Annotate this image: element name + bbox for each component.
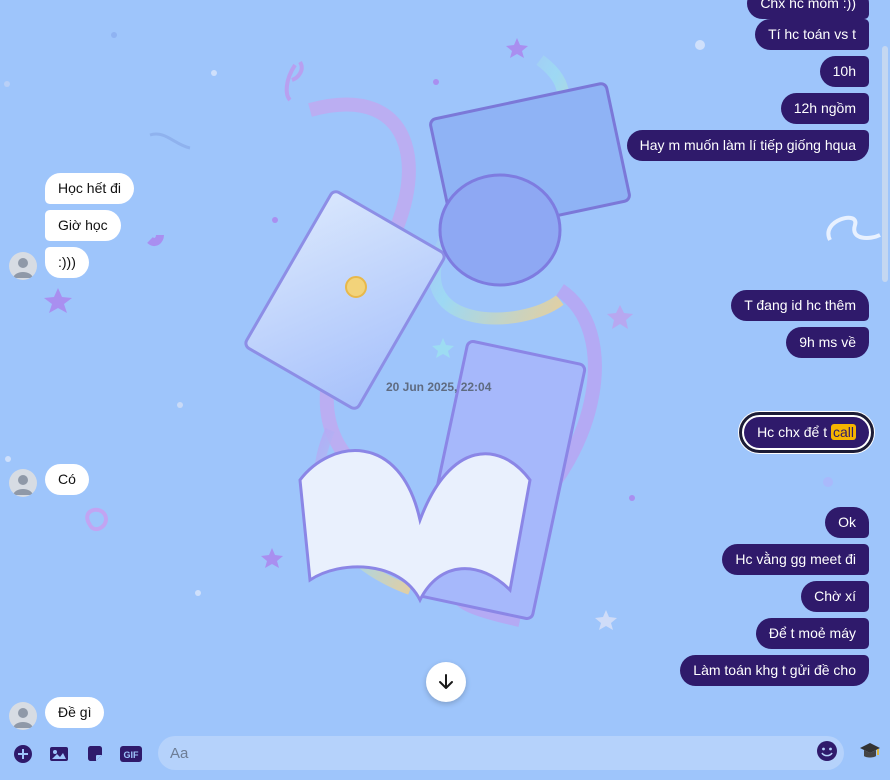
graduation-cap-icon[interactable]: [858, 740, 882, 764]
person-icon: [13, 708, 33, 728]
message-bubble[interactable]: 9h ms về: [786, 327, 869, 358]
image-icon[interactable]: [47, 742, 71, 766]
sticker-icon[interactable]: [83, 742, 107, 766]
message-text: Hc chx để t: [757, 424, 831, 440]
search-highlight: call: [830, 424, 856, 440]
message-input-wrapper[interactable]: [158, 736, 844, 770]
background-illustration: [4, 32, 881, 630]
message-bubble[interactable]: Tí hc toán vs t: [755, 19, 869, 50]
message-bubble[interactable]: Có: [45, 464, 89, 495]
message-bubble[interactable]: Giờ học: [45, 210, 121, 241]
message-bubble[interactable]: Chờ xí: [801, 581, 869, 612]
message-bubble[interactable]: Hay m muốn làm lí tiếp giống hqua: [626, 130, 869, 161]
message-bubble[interactable]: :))): [45, 247, 89, 278]
timestamp: 20 Jun 2025, 22:04: [386, 380, 492, 394]
message-bubble[interactable]: Đề gì: [45, 697, 105, 728]
plus-circle-icon[interactable]: [11, 742, 35, 766]
chat-area: Chx hc mốm :)) Tí hc toán vs t 10h 12h n…: [0, 0, 890, 730]
message-bubble[interactable]: Hc vằng gg meet đi: [722, 544, 869, 575]
avatar[interactable]: [9, 252, 37, 280]
person-icon: [13, 258, 33, 278]
message-bubble[interactable]: Để t moẻ máy: [755, 618, 869, 649]
message-bubble[interactable]: Chx hc mốm :)): [747, 0, 869, 19]
chat-scrollbar[interactable]: [882, 46, 888, 282]
message-bubble[interactable]: 10h: [819, 56, 869, 87]
gif-icon[interactable]: GIF: [119, 742, 143, 766]
message-bubble[interactable]: Học hết đi: [45, 173, 135, 204]
message-bubble[interactable]: T đang id hc thêm: [731, 290, 869, 321]
message-bubble[interactable]: 12h ngồm: [780, 93, 869, 124]
arrow-down-icon: [439, 674, 453, 689]
avatar[interactable]: [9, 702, 37, 730]
person-icon: [13, 475, 33, 495]
gif-label: GIF: [124, 750, 140, 760]
message-input[interactable]: [158, 736, 802, 770]
message-bubble[interactable]: Làm toán khg t gửi đề cho: [680, 655, 869, 686]
scroll-to-bottom-button[interactable]: [426, 662, 466, 702]
emoji-icon[interactable]: [816, 740, 840, 764]
message-bubble[interactable]: Ok: [825, 507, 869, 538]
message-bubble-focused[interactable]: Hc chx để t call: [739, 412, 874, 453]
avatar[interactable]: [9, 469, 37, 497]
